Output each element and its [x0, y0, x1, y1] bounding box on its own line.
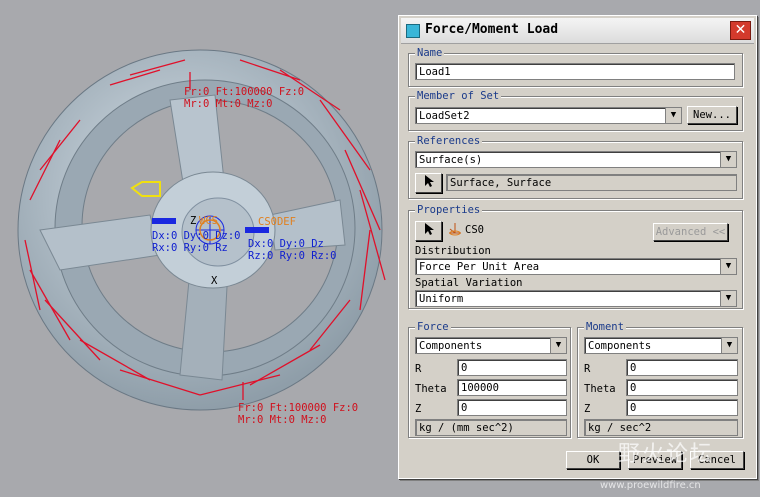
- moment-units: kg / sec^2: [584, 419, 738, 436]
- moment-r-label: R: [584, 363, 591, 375]
- csys-icon: [449, 223, 461, 236]
- force-moment-load-dialog: Force/Moment Load ✕ Name Load1 Member of…: [398, 15, 757, 479]
- force-mode-select[interactable]: Components ▼: [415, 337, 567, 354]
- properties-label: Properties: [415, 204, 483, 216]
- force-theta-field[interactable]: 100000: [457, 379, 567, 396]
- watermark-url: www.proewildfire.cn: [600, 480, 701, 491]
- moment-z-field[interactable]: 0: [626, 399, 738, 416]
- bottom-load-label: Fr:0 Ft:100000 Fz:0 Mr:0 Mt:0 Mz:0: [238, 402, 359, 426]
- force-z-field[interactable]: 0: [457, 399, 567, 416]
- axis-x-label: X: [211, 275, 218, 287]
- watermark-text: 野火论坛: [618, 442, 715, 467]
- name-group-label: Name: [415, 47, 445, 59]
- reference-type-value: Surface(s): [419, 154, 483, 166]
- chevron-down-icon[interactable]: ▼: [550, 338, 566, 353]
- moment-z-label: Z: [584, 403, 591, 415]
- moment-theta-label: Theta: [584, 383, 616, 395]
- moment-r-field[interactable]: 0: [626, 359, 738, 376]
- name-field[interactable]: Load1: [415, 63, 735, 80]
- dialog-icon: [406, 24, 420, 38]
- distribution-label: Distribution: [415, 245, 491, 257]
- constraint-label-right: Dx:0 Dy:0 Dz Rz:0 Ry:0 Rz:0: [248, 238, 337, 262]
- dialog-title: Force/Moment Load: [425, 22, 559, 37]
- model-viewport[interactable]: Fr:0 Ft:100000 Fz:0 Mr:0 Mt:0 Mz:0 Fr:0 F…: [0, 0, 400, 497]
- force-group: Force Components ▼ R 0 Theta 100000 Z 0 …: [408, 321, 571, 438]
- advanced-button[interactable]: Advanced <<: [653, 223, 728, 241]
- reference-selection-field: Surface, Surface: [446, 174, 737, 191]
- moment-mode-select[interactable]: Components ▼: [584, 337, 738, 354]
- pointer-arrow-icon: [424, 223, 434, 235]
- chevron-down-icon[interactable]: ▼: [720, 259, 736, 274]
- select-references-button[interactable]: [415, 173, 442, 193]
- spatial-variation-select[interactable]: Uniform ▼: [415, 290, 737, 307]
- force-z-label: Z: [415, 403, 422, 415]
- distribution-value: Force Per Unit Area: [419, 261, 540, 273]
- references-group: References Surface(s) ▼ Surface, Surface: [408, 135, 743, 199]
- moment-group: Moment Components ▼ R 0 Theta 0 Z 0 kg /…: [577, 321, 743, 438]
- load-set-select[interactable]: LoadSet2 ▼: [415, 107, 682, 124]
- force-label: Force: [415, 321, 451, 333]
- moment-mode-value: Components: [588, 340, 652, 352]
- csys-label: WCS: [199, 215, 218, 227]
- force-r-field[interactable]: 0: [457, 359, 567, 376]
- moment-label: Moment: [584, 321, 626, 333]
- force-theta-label: Theta: [415, 383, 447, 395]
- force-units: kg / (mm sec^2): [415, 419, 567, 436]
- distribution-select[interactable]: Force Per Unit Area ▼: [415, 258, 737, 275]
- dialog-titlebar[interactable]: Force/Moment Load ✕: [401, 18, 754, 44]
- name-group: Name Load1: [408, 47, 743, 87]
- chevron-down-icon[interactable]: ▼: [720, 291, 736, 306]
- csys-value: CS0: [465, 224, 484, 236]
- axis-z-label: Z: [190, 215, 197, 227]
- pointer-arrow-icon: [424, 175, 434, 187]
- force-r-label: R: [415, 363, 422, 375]
- spatial-variation-value: Uniform: [419, 293, 464, 305]
- member-of-set-label: Member of Set: [415, 90, 502, 102]
- spatial-variation-label: Spatial Variation: [415, 277, 523, 289]
- chevron-down-icon[interactable]: ▼: [721, 338, 737, 353]
- constraint-label: Dx:0 Dy:0 Dz:0 Rx:0 Ry:0 Rz: [152, 230, 241, 254]
- ok-button[interactable]: OK: [566, 451, 620, 469]
- new-load-set-button[interactable]: New...: [687, 106, 737, 124]
- force-mode-value: Components: [419, 340, 483, 352]
- close-button[interactable]: ✕: [730, 21, 751, 40]
- reference-type-select[interactable]: Surface(s) ▼: [415, 151, 737, 168]
- chevron-down-icon[interactable]: ▼: [720, 152, 736, 167]
- references-label: References: [415, 135, 483, 147]
- csys-def-label: CS0DEF: [258, 216, 296, 228]
- moment-theta-field[interactable]: 0: [626, 379, 738, 396]
- load-set-value: LoadSet2: [419, 110, 470, 122]
- chevron-down-icon[interactable]: ▼: [665, 108, 681, 123]
- member-of-set-group: Member of Set LoadSet2 ▼ New...: [408, 90, 743, 131]
- properties-group: Properties CS0 Advanced << Distribution …: [408, 204, 743, 309]
- top-load-label: Fr:0 Ft:100000 Fz:0 Mr:0 Mt:0 Mz:0: [184, 86, 305, 110]
- select-csys-button[interactable]: [415, 221, 442, 241]
